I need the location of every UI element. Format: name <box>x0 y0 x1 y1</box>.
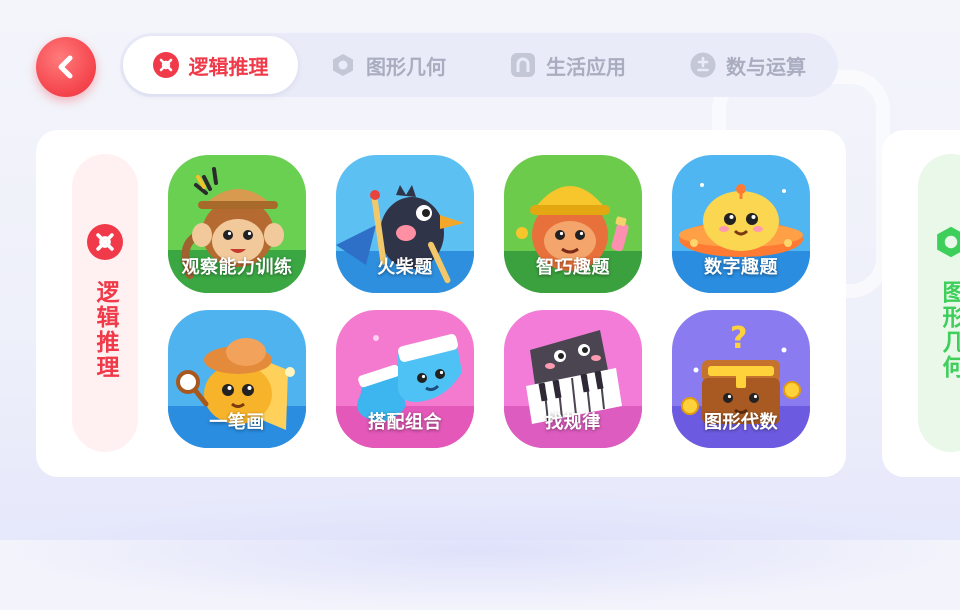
game-card-matchstick[interactable]: 火柴题 <box>336 155 474 293</box>
game-label: 数字趣题 <box>704 257 778 278</box>
game-label: 搭配组合 <box>368 412 442 433</box>
arch-icon <box>510 52 536 78</box>
game-card-number-puzzles[interactable]: 数字趣题 <box>672 155 810 293</box>
section-geometry: 图形几何 <box>882 130 960 477</box>
hexagon-icon <box>933 224 960 264</box>
logic-icon <box>87 224 123 264</box>
game-label: 火柴题 <box>377 257 433 278</box>
chevron-left-icon <box>58 55 73 79</box>
category-pill: 逻辑推理 <box>72 154 138 452</box>
game-card-find-patterns[interactable]: 找规律 <box>504 310 642 448</box>
tab-life-application[interactable]: 生活应用 <box>510 36 660 94</box>
tab-logic-reasoning[interactable]: 逻辑推理 <box>123 36 298 94</box>
game-card-matching[interactable]: 搭配组合 <box>336 310 474 448</box>
game-card-clever-puzzles[interactable]: 智巧趣题 <box>504 155 642 293</box>
tab-label: 逻辑推理 <box>188 54 269 79</box>
tab-label: 生活应用 <box>546 54 626 79</box>
game-card-one-stroke[interactable]: 一笔画 <box>168 310 306 448</box>
game-label: 找规律 <box>545 412 601 433</box>
game-label: 图形代数 <box>704 412 778 433</box>
category-pill: 图形几何 <box>918 154 960 452</box>
game-card-graphic-algebra[interactable]: ? 图形代数 <box>672 310 810 448</box>
plus-minus-icon <box>690 52 716 78</box>
background-glow <box>0 490 960 610</box>
svg-text:?: ? <box>730 321 747 356</box>
tab-label: 图形几何 <box>366 54 446 79</box>
tab-label: 数与运算 <box>726 54 806 79</box>
game-label: 观察能力训练 <box>181 257 293 278</box>
logic-icon <box>152 52 179 78</box>
hexagon-icon <box>330 52 356 78</box>
category-title: 图形几何 <box>938 280 960 380</box>
game-label: 一笔画 <box>209 412 265 433</box>
game-label: 智巧趣题 <box>536 257 610 278</box>
tab-numbers-operations[interactable]: 数与运算 <box>690 36 840 94</box>
category-title: 逻辑推理 <box>92 280 118 380</box>
tab-geometry[interactable]: 图形几何 <box>330 36 480 94</box>
back-button[interactable] <box>36 37 96 97</box>
section-logic-reasoning: 逻辑推理 观察能力训练 火柴题 智巧趣题 数字趣题 一笔画 搭配组合 找规律 ?… <box>36 130 846 477</box>
game-card-observation[interactable]: 观察能力训练 <box>168 155 306 293</box>
category-tabs: 逻辑推理 图形几何 生活应用 数与运算 <box>120 33 838 97</box>
